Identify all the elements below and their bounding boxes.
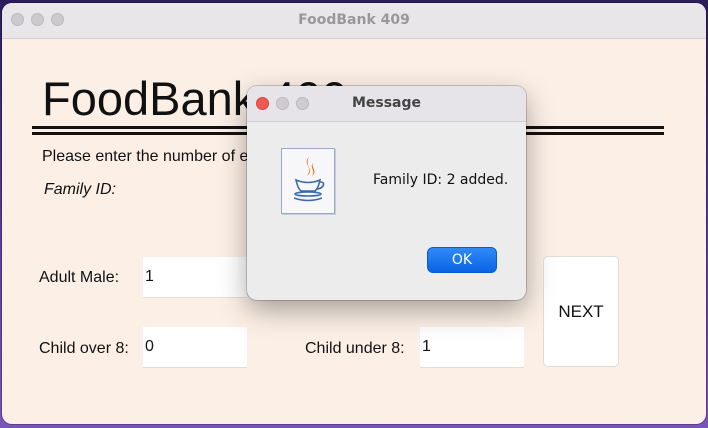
next-button[interactable]: NEXT	[543, 256, 619, 367]
dialog-title: Message	[351, 95, 422, 111]
adult-male-label: Adult Male:	[39, 269, 120, 286]
dialog-titlebar[interactable]: Message	[247, 86, 526, 122]
message-dialog: Message Family ID: 2 added. OK	[247, 86, 526, 300]
java-logo-graphic	[293, 157, 325, 202]
child-under-8-label: Child under 8:	[305, 340, 405, 357]
family-id-label: Family ID:	[44, 181, 116, 198]
window-title: FoodBank 409	[298, 12, 410, 28]
adult-male-input[interactable]	[143, 257, 247, 297]
window-titlebar[interactable]: FoodBank 409	[2, 3, 706, 39]
child-over-8-input[interactable]	[143, 327, 247, 367]
dialog-message: Family ID: 2 added.	[373, 172, 509, 188]
ok-button[interactable]: OK	[427, 247, 497, 273]
instruction-text: Please enter the number of ea	[42, 148, 258, 165]
child-over-8-label: Child over 8:	[39, 340, 129, 357]
child-under-8-input[interactable]	[420, 327, 524, 367]
java-coffee-cup-icon	[281, 148, 335, 214]
